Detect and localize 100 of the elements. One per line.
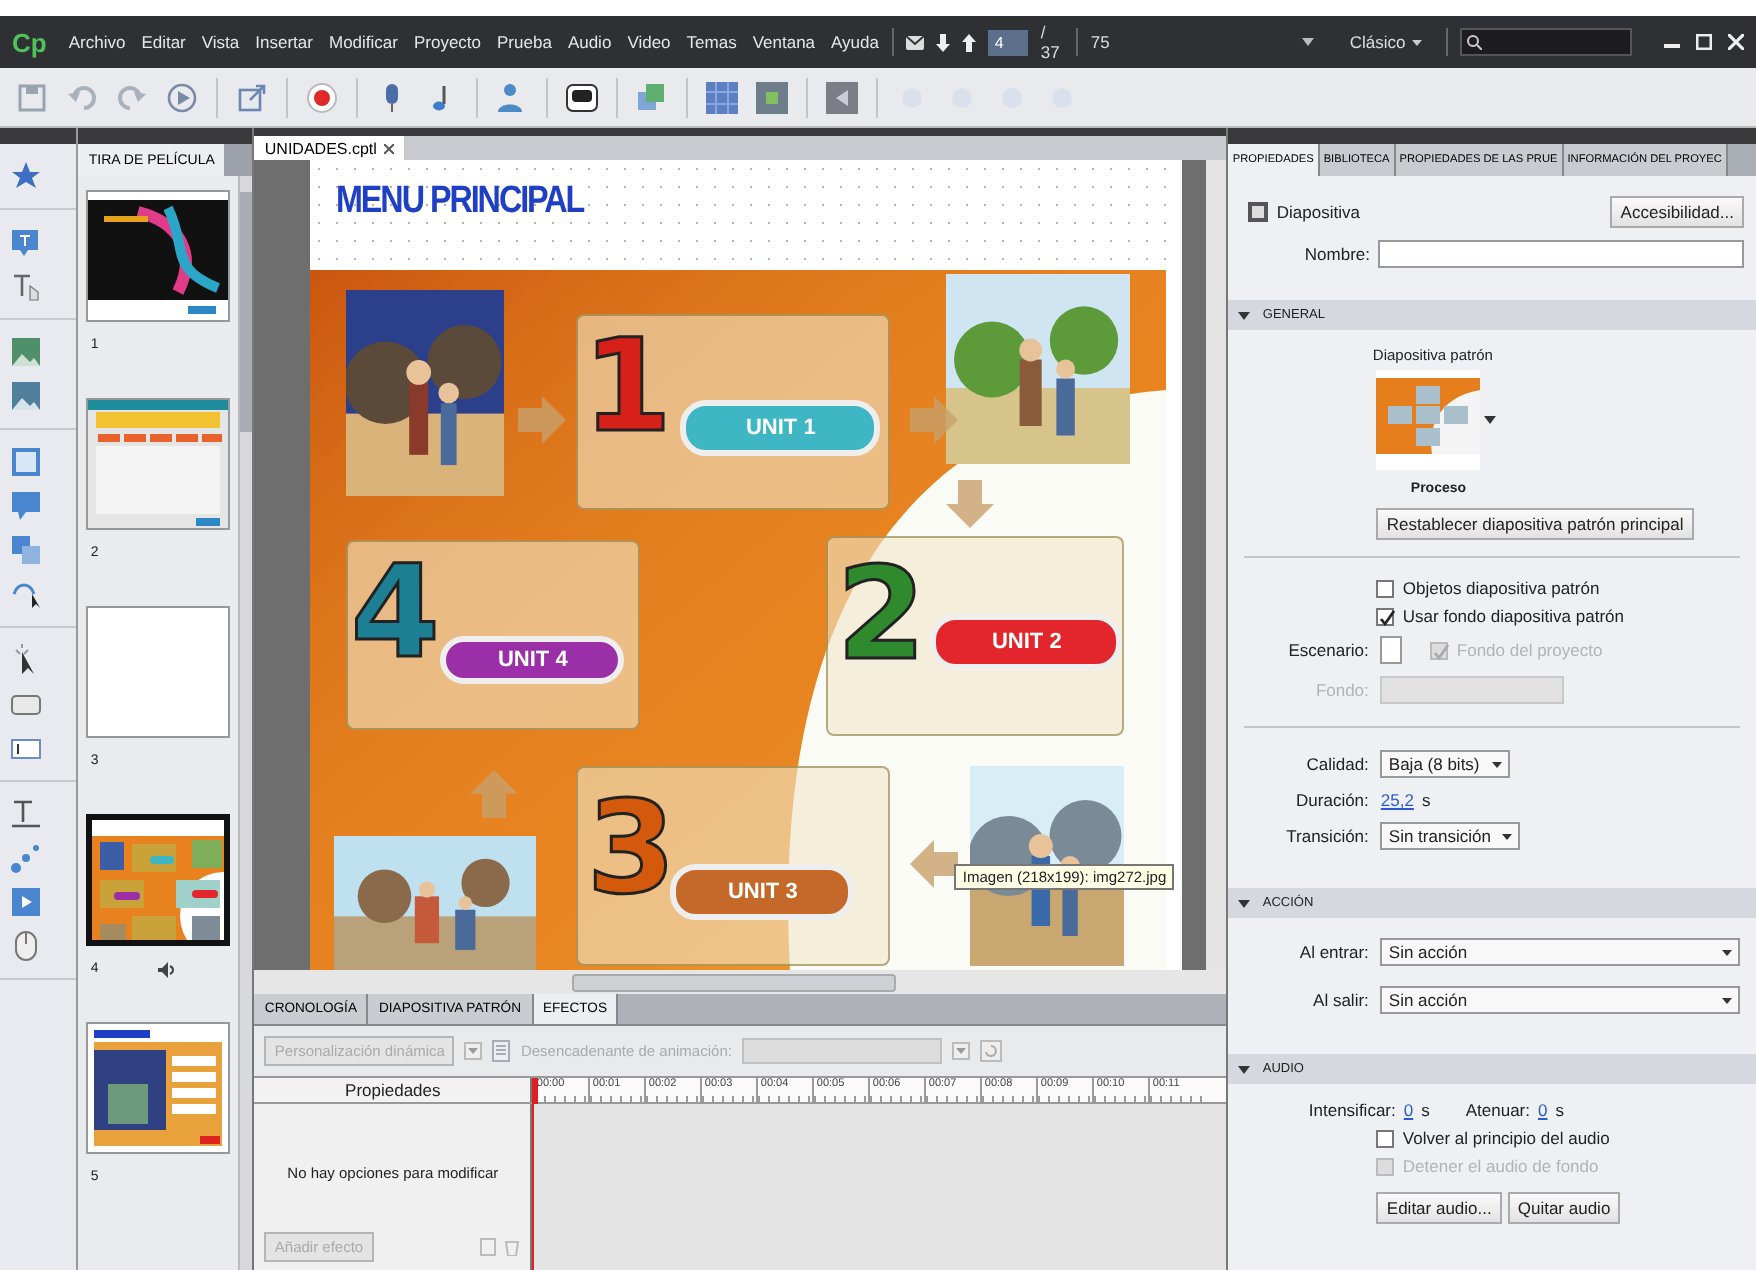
checkbox[interactable] <box>1376 607 1395 625</box>
scrollbar-thumb[interactable] <box>572 973 897 991</box>
star-icon[interactable] <box>10 160 42 192</box>
maximize-icon[interactable] <box>1696 34 1712 50</box>
up-arrow-icon[interactable] <box>962 33 977 51</box>
rectangle-icon[interactable] <box>10 446 42 478</box>
field-label: Intensificar: <box>1308 1100 1396 1120</box>
scrollbar[interactable] <box>1206 160 1227 970</box>
checkbox[interactable] <box>1376 579 1395 597</box>
document-tab[interactable]: UNIDADES.cptl <box>254 136 405 160</box>
checkbox[interactable] <box>1376 1129 1395 1147</box>
menu-item[interactable]: Temas <box>684 32 739 52</box>
caret-box-icon[interactable] <box>951 1042 970 1060</box>
menu-item[interactable]: Archivo <box>66 32 128 52</box>
save-icon[interactable] <box>16 81 48 113</box>
slide-count: / 37 <box>1040 22 1062 62</box>
image-icon[interactable] <box>10 336 42 368</box>
menu-item[interactable]: Video <box>625 32 673 52</box>
fade-in-value[interactable]: 0 <box>1403 1100 1414 1120</box>
scrollbar-thumb[interactable] <box>240 192 253 432</box>
video-icon[interactable] <box>10 886 42 918</box>
menu-item[interactable]: Ayuda <box>829 32 881 52</box>
dots-icon[interactable] <box>10 842 42 874</box>
video-badge-icon[interactable] <box>566 81 598 113</box>
slide-thumbnail[interactable] <box>86 190 231 322</box>
layers-icon[interactable] <box>10 534 42 566</box>
unit-button[interactable]: UNIT 2 <box>930 614 1123 670</box>
undo-icon[interactable] <box>66 81 98 113</box>
caret-box-icon[interactable] <box>464 1042 483 1060</box>
menu-item[interactable]: Editar <box>139 32 188 52</box>
unit-button[interactable]: UNIT 3 <box>670 864 855 920</box>
playhead[interactable] <box>532 1078 539 1104</box>
menu-item[interactable]: Proyecto <box>411 32 484 52</box>
trash-icon[interactable] <box>504 1238 521 1256</box>
workspace-menu[interactable]: Clásico <box>1337 30 1434 54</box>
text-cursor-icon[interactable] <box>10 270 42 302</box>
slide-thumbnail[interactable] <box>86 814 231 946</box>
refresh-icon[interactable] <box>979 1040 1002 1062</box>
background-field[interactable] <box>1380 676 1565 704</box>
menu-item[interactable]: Audio <box>565 32 614 52</box>
menu-item[interactable]: Modificar <box>326 32 400 52</box>
unit-number: 1 <box>582 324 672 452</box>
reset-button[interactable]: Restablecer diapositiva patrón principal <box>1376 508 1694 540</box>
text-line-icon[interactable] <box>10 798 42 830</box>
envelope-icon[interactable] <box>906 35 925 49</box>
search-icon <box>1465 34 1482 50</box>
panel-icon[interactable] <box>826 81 858 113</box>
close-icon[interactable] <box>1728 34 1744 50</box>
record-icon[interactable] <box>306 81 338 113</box>
audio-button[interactable]: Quitar audio <box>1507 1192 1621 1224</box>
field-label: Escenario: <box>1286 640 1371 660</box>
color-swatch[interactable] <box>1380 636 1403 664</box>
path-icon[interactable] <box>10 578 42 610</box>
slide-number-field[interactable]: 4 <box>988 29 1029 55</box>
caret-icon <box>1411 39 1422 45</box>
arrow-shape <box>946 480 995 528</box>
field-label: Atenuar: <box>1465 1100 1530 1120</box>
slide-thumbnail[interactable] <box>86 606 231 738</box>
quality-dropdown[interactable]: Baja (8 bits) <box>1380 750 1510 778</box>
master-slide-thumbnail[interactable] <box>1376 370 1481 470</box>
action-dropdown[interactable]: Sin acción <box>1380 986 1740 1014</box>
field-label: Nombre: <box>1304 244 1370 264</box>
action-dropdown[interactable]: Sin acción <box>1380 938 1740 966</box>
unit-number: 4 <box>350 550 440 678</box>
caret-icon <box>1722 997 1732 1003</box>
slides-icon[interactable] <box>636 81 668 113</box>
mouse-icon[interactable] <box>10 930 42 962</box>
save-icon[interactable] <box>480 1238 497 1256</box>
arrow-shape <box>910 396 959 444</box>
duration-value[interactable]: 25,2 <box>1380 790 1414 810</box>
transition-dropdown[interactable]: Sin transición <box>1380 822 1521 850</box>
menu-item[interactable]: Ventana <box>750 32 818 52</box>
slide-thumbnail[interactable] <box>86 398 231 530</box>
slide-title: MENU PRINCIPAL <box>336 180 584 224</box>
callout-icon[interactable] <box>10 490 42 522</box>
menu-item[interactable]: Vista <box>199 32 242 52</box>
name-field[interactable] <box>1378 240 1744 268</box>
caption-icon[interactable] <box>10 226 42 258</box>
menu-item[interactable]: Insertar <box>253 32 315 52</box>
list-icon[interactable] <box>492 1040 511 1062</box>
fade-out-value[interactable]: 0 <box>1538 1100 1548 1120</box>
grid-view-icon[interactable] <box>756 81 788 113</box>
field-label: Al entrar: <box>1297 942 1371 962</box>
caret-icon <box>1491 761 1502 767</box>
publish-icon[interactable] <box>236 81 268 113</box>
play-icon[interactable] <box>166 81 198 113</box>
down-arrow-icon[interactable] <box>936 33 951 51</box>
audio-button[interactable]: Editar audio... <box>1376 1192 1502 1224</box>
redo-icon[interactable] <box>116 81 148 113</box>
unit-button[interactable]: UNIT 4 <box>440 636 625 684</box>
field-label: Al salir: <box>1311 990 1371 1010</box>
search-field[interactable] <box>1459 28 1632 56</box>
menu-item[interactable]: Prueba <box>495 32 554 52</box>
accessibility-button[interactable]: Accesibilidad... <box>1610 196 1744 228</box>
unit-number: 3 <box>586 786 676 914</box>
person-icon[interactable] <box>496 81 528 113</box>
slide-thumbnail[interactable] <box>86 1022 231 1154</box>
grid-view-icon[interactable] <box>706 81 738 113</box>
slide-icon <box>1248 202 1269 222</box>
image-icon[interactable] <box>10 380 42 412</box>
